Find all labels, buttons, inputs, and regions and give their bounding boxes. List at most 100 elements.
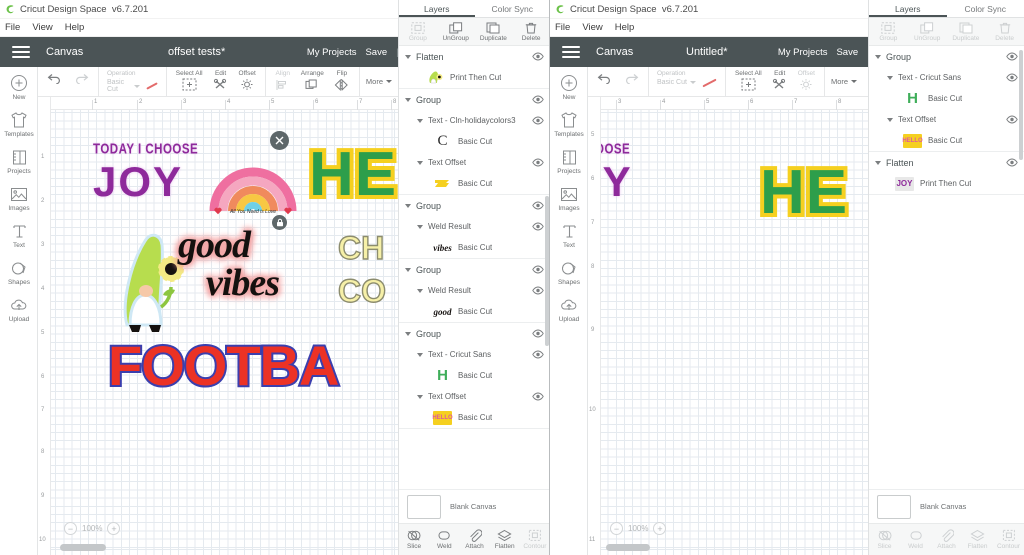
canvas-hscrollbar-left[interactable] <box>60 544 106 551</box>
sidebar-item-text-right[interactable]: Text <box>550 215 588 252</box>
visibility-eye-icon[interactable] <box>1006 154 1018 172</box>
redo-button-left[interactable] <box>68 67 94 85</box>
operation-control-right[interactable]: Operation Basic Cut <box>653 67 721 86</box>
menu-file-left[interactable]: File <box>5 22 20 33</box>
duplicate-button-left[interactable]: Duplicate <box>475 18 513 45</box>
sidebar-item-shapes-right[interactable]: Shapes <box>550 252 588 289</box>
chevron-down-icon[interactable] <box>417 395 423 399</box>
hamburger-menu-icon-right[interactable] <box>554 46 588 58</box>
layers-list-left[interactable]: Flatten Print Then Cut Group Text - Cln- <box>399 46 550 489</box>
layer-group-header[interactable]: Group <box>399 323 550 344</box>
art-hello-offset-right[interactable]: HE <box>760 157 880 237</box>
layer-leaf-row[interactable]: H Basic Cut <box>869 88 1024 109</box>
layer-sub-header[interactable]: Text - Cln-holidaycolors3 <box>399 110 550 131</box>
align-button-left[interactable]: Align <box>270 67 296 92</box>
chevron-down-icon[interactable] <box>417 225 423 229</box>
stroke-color-swatch-left[interactable] <box>146 82 157 89</box>
select-all-button-right[interactable]: Select All <box>730 67 767 92</box>
sidebar-item-new-right[interactable]: New <box>550 67 588 104</box>
menu-file-right[interactable]: File <box>555 22 570 33</box>
redo-button-right[interactable] <box>618 67 644 85</box>
visibility-eye-icon[interactable] <box>532 282 544 300</box>
zoom-control-left[interactable]: − 100% + <box>64 522 120 535</box>
layer-sub-header[interactable]: Text - Cricut Sans <box>399 344 550 365</box>
stroke-color-swatch-right[interactable] <box>702 78 716 87</box>
sidebar-item-images-left[interactable]: Images <box>0 178 38 215</box>
layer-leaf-row[interactable]: good Basic Cut <box>399 301 550 322</box>
art-hello-offset-left[interactable]: HE <box>309 139 398 219</box>
operation-select-left[interactable]: Basic Cut <box>107 79 158 93</box>
visibility-eye-icon[interactable] <box>1006 111 1018 129</box>
chevron-down-icon[interactable] <box>405 55 411 59</box>
visibility-eye-icon[interactable] <box>532 154 544 172</box>
visibility-eye-icon[interactable] <box>1006 48 1018 66</box>
contour-button-right[interactable]: Contour <box>993 524 1024 555</box>
art-rainbow-sticker[interactable]: All You Need is Love <box>208 139 298 224</box>
zoom-in-button-left[interactable]: + <box>107 522 120 535</box>
zoom-out-button-left[interactable]: − <box>64 522 77 535</box>
delete-button-right[interactable]: Delete <box>985 18 1024 45</box>
operation-control-left[interactable]: Operation Basic Cut <box>103 67 162 93</box>
sidebar-item-templates-right[interactable]: Templates <box>550 104 588 141</box>
layer-leaf-row[interactable]: HELLO Basic Cut <box>399 407 550 428</box>
layer-group-header[interactable]: Group <box>869 46 1024 67</box>
chevron-down-icon[interactable] <box>887 118 893 122</box>
chevron-down-icon[interactable] <box>405 268 411 272</box>
layer-sub-header[interactable]: Text Offset <box>399 152 550 173</box>
layer-sub-header[interactable]: Weld Result <box>399 216 550 237</box>
tab-color-sync-left[interactable]: Color Sync <box>475 0 551 17</box>
save-button-right[interactable]: Save <box>836 47 858 58</box>
blank-canvas-row-left[interactable]: Blank Canvas <box>399 489 550 523</box>
lock-badge-left[interactable] <box>272 215 287 230</box>
visibility-eye-icon[interactable] <box>532 388 544 406</box>
tab-color-sync-right[interactable]: Color Sync <box>947 0 1024 17</box>
layer-leaf-row[interactable]: Print Then Cut <box>399 67 550 88</box>
visibility-eye-icon[interactable] <box>532 218 544 236</box>
art-today-i-choose-joy[interactable]: TODAY I CHOOSE JOY <box>93 142 223 222</box>
delete-button-left[interactable]: Delete <box>512 18 550 45</box>
layer-leaf-row[interactable]: Basic Cut <box>399 173 550 194</box>
visibility-eye-icon[interactable] <box>532 261 544 279</box>
chevron-down-icon[interactable] <box>405 332 411 336</box>
layer-leaf-row[interactable]: H Basic Cut <box>399 365 550 386</box>
select-all-button-left[interactable]: Select All <box>171 67 208 92</box>
layer-group-header[interactable]: Flatten <box>869 152 1024 173</box>
menu-view-right[interactable]: View <box>582 22 602 33</box>
document-title-left[interactable]: offset tests* <box>168 46 225 58</box>
contour-button-left[interactable]: Contour <box>520 524 550 555</box>
flatten-button-right[interactable]: Flatten <box>962 524 993 555</box>
visibility-eye-icon[interactable] <box>532 197 544 215</box>
layer-group-header[interactable]: Group <box>399 89 550 110</box>
menu-help-right[interactable]: Help <box>615 22 635 33</box>
operation-select-right[interactable]: Basic Cut <box>657 79 717 86</box>
sidebar-item-templates-left[interactable]: Templates <box>0 104 38 141</box>
menu-help-left[interactable]: Help <box>65 22 85 33</box>
layer-leaf-row[interactable]: JOY Print Then Cut <box>869 173 1024 194</box>
group-button-left[interactable]: Group <box>399 18 437 45</box>
chevron-down-icon[interactable] <box>405 98 411 102</box>
delete-selection-badge-left[interactable] <box>270 131 289 150</box>
duplicate-button-right[interactable]: Duplicate <box>947 18 986 45</box>
edit-button-left[interactable]: Edit <box>208 67 234 92</box>
flip-button-left[interactable]: Flip <box>329 67 355 92</box>
save-button-left[interactable]: Save <box>365 47 387 58</box>
visibility-eye-icon[interactable] <box>532 112 544 130</box>
visibility-eye-icon[interactable] <box>532 48 544 66</box>
hamburger-menu-icon-left[interactable] <box>4 46 38 58</box>
sidebar-item-projects-right[interactable]: Projects <box>550 141 588 178</box>
layer-leaf-row[interactable]: C Basic Cut <box>399 131 550 152</box>
sidebar-item-shapes-left[interactable]: Shapes <box>0 252 38 289</box>
undo-button-left[interactable] <box>42 67 68 85</box>
chevron-down-icon[interactable] <box>875 161 881 165</box>
slice-button-right[interactable]: Slice <box>869 524 900 555</box>
layer-leaf-row[interactable]: HELLO Basic Cut <box>869 130 1024 151</box>
layers-scrollbar-right[interactable] <box>1019 50 1023 160</box>
offset-button-left[interactable]: Offset <box>234 67 261 92</box>
chevron-down-icon[interactable] <box>417 161 423 165</box>
layer-group-header[interactable]: Group <box>399 259 550 280</box>
sidebar-item-upload-left[interactable]: Upload <box>0 289 38 326</box>
layers-scrollbar-left[interactable] <box>545 196 549 346</box>
group-button-right[interactable]: Group <box>869 18 908 45</box>
art-joy-partial-right[interactable]: I CHOOSE OY <box>588 142 698 227</box>
layers-list-right[interactable]: Group Text - Cricut Sans H Basic Cut Tex… <box>869 46 1024 489</box>
